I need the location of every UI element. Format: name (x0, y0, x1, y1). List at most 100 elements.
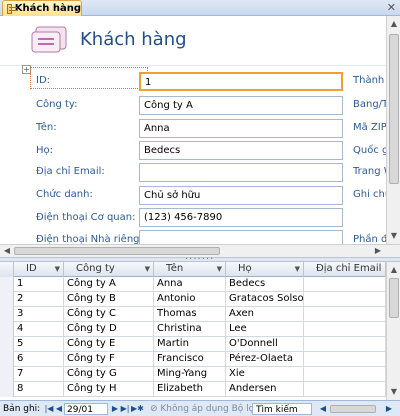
business-phone-field[interactable]: (123) 456-7890 (139, 208, 343, 227)
nav-scroll-thumb[interactable] (330, 405, 376, 413)
row-selector[interactable] (0, 292, 14, 307)
chevron-down-icon[interactable]: ▼ (217, 262, 222, 276)
cell-company[interactable]: Công ty H (64, 382, 154, 397)
datasheet-vertical-scrollbar[interactable]: ▲ ▼ (386, 262, 400, 400)
cell-first-name[interactable]: Elizabeth (154, 382, 226, 397)
cell-first-name[interactable]: Antonio (154, 292, 226, 307)
search-input[interactable]: Tìm kiếm (252, 403, 312, 415)
last-name-field[interactable]: Bedecs (139, 141, 343, 160)
cell-id[interactable]: 3 (14, 307, 64, 322)
cell-company[interactable]: Công ty F (64, 352, 154, 367)
scroll-left-icon[interactable]: ◀ (1, 245, 13, 257)
previous-record-icon[interactable]: ◀ (54, 403, 64, 415)
scroll-down-icon[interactable]: ▼ (388, 386, 400, 398)
cell-first-name[interactable]: Francisco (154, 352, 226, 367)
table-row[interactable]: 8 Công ty H Elizabeth Andersen (0, 382, 386, 397)
cell-email[interactable] (304, 382, 386, 397)
cell-id[interactable]: 2 (14, 292, 64, 307)
row-selector[interactable] (0, 367, 14, 382)
select-all-corner[interactable] (0, 262, 14, 277)
scroll-thumb[interactable] (389, 34, 399, 184)
scroll-thumb[interactable] (389, 278, 399, 318)
cell-id[interactable]: 7 (14, 367, 64, 382)
cell-first-name[interactable]: Christina (154, 322, 226, 337)
cell-last-name[interactable]: Bedecs (226, 277, 304, 292)
cell-last-name[interactable]: Lee (226, 322, 304, 337)
cell-company[interactable]: Công ty D (64, 322, 154, 337)
chevron-down-icon[interactable]: ▼ (145, 262, 150, 276)
cell-email[interactable] (304, 337, 386, 352)
cell-email[interactable] (304, 307, 386, 322)
cell-first-name[interactable]: Anna (154, 277, 226, 292)
table-row[interactable]: 2 Công ty B Antonio Gratacos Solso (0, 292, 386, 307)
company-field[interactable]: Công ty A (139, 96, 343, 115)
row-selector[interactable] (0, 322, 14, 337)
row-selector[interactable] (0, 337, 14, 352)
cell-first-name[interactable]: Ming-Yang (154, 367, 226, 382)
label-first-name: Tên: (36, 122, 57, 133)
next-record-icon[interactable]: ▶ (110, 403, 120, 415)
first-record-icon[interactable]: |◀ (44, 403, 54, 415)
table-row[interactable]: 3 Công ty C Thomas Axen (0, 307, 386, 322)
tab-khach-hang[interactable]: Khách hàng (2, 0, 82, 16)
scroll-left-icon[interactable]: ◀ (318, 403, 328, 415)
row-selector[interactable] (0, 382, 14, 397)
row-selector[interactable] (0, 352, 14, 367)
column-header-last-name[interactable]: Họ ▼ (226, 262, 304, 277)
cell-last-name[interactable]: Gratacos Solso (226, 292, 304, 307)
row-selector[interactable] (0, 277, 14, 292)
cell-company[interactable]: Công ty A (64, 277, 154, 292)
cell-email[interactable] (304, 277, 386, 292)
scroll-right-icon[interactable]: ▶ (384, 403, 394, 415)
table-row[interactable]: 7 Công ty G Ming-Yang Xie (0, 367, 386, 382)
cell-email[interactable] (304, 292, 386, 307)
cell-id[interactable]: 6 (14, 352, 64, 367)
email-field[interactable] (139, 163, 343, 182)
current-record-field[interactable]: 29/01 (64, 403, 108, 415)
chevron-down-icon[interactable]: ▼ (295, 262, 300, 276)
cell-first-name[interactable]: Thomas (154, 307, 226, 322)
cell-company[interactable]: Công ty G (64, 367, 154, 382)
cell-id[interactable]: 4 (14, 322, 64, 337)
first-name-field[interactable]: Anna (139, 119, 343, 138)
label-last-name: Họ: (36, 145, 54, 156)
cell-company[interactable]: Công ty C (64, 307, 154, 322)
scroll-up-icon[interactable]: ▲ (388, 264, 400, 276)
cell-id[interactable]: 5 (14, 337, 64, 352)
close-icon[interactable]: ✕ (387, 1, 396, 15)
cell-last-name[interactable]: Pérez-Olaeta (226, 352, 304, 367)
table-row[interactable]: 6 Công ty F Francisco Pérez-Olaeta (0, 352, 386, 367)
column-header-company[interactable]: Công ty ▼ (64, 262, 154, 277)
column-header-email[interactable]: Địa chỉ Email (304, 262, 386, 277)
scroll-up-icon[interactable]: ▲ (388, 18, 400, 30)
cell-id[interactable]: 8 (14, 382, 64, 397)
form-vertical-scrollbar[interactable]: ▲ ▼ (386, 16, 400, 244)
cell-email[interactable] (304, 322, 386, 337)
cell-company[interactable]: Công ty B (64, 292, 154, 307)
cell-id[interactable]: 1 (14, 277, 64, 292)
row-selector[interactable] (0, 307, 14, 322)
filter-indicator[interactable]: ⊘ Không áp dụng Bộ lọc (150, 403, 259, 415)
cell-last-name[interactable]: Xie (226, 367, 304, 382)
chevron-down-icon[interactable]: ▼ (55, 262, 60, 276)
cell-last-name[interactable]: O'Donnell (226, 337, 304, 352)
cell-first-name[interactable]: Martin (154, 337, 226, 352)
scroll-right-icon[interactable]: ▶ (372, 245, 384, 257)
new-record-icon[interactable]: ▶✱ (131, 403, 144, 415)
cell-email[interactable] (304, 352, 386, 367)
id-field[interactable]: 1 (139, 72, 343, 91)
table-row[interactable]: 5 Công ty E Martin O'Donnell (0, 337, 386, 352)
cell-last-name[interactable]: Axen (226, 307, 304, 322)
column-header-id[interactable]: ID ▼ (14, 262, 64, 277)
job-title-field[interactable]: Chủ sở hữu (139, 186, 343, 205)
cell-email[interactable] (304, 367, 386, 382)
last-record-icon[interactable]: ▶| (120, 403, 130, 415)
home-phone-field[interactable] (139, 230, 343, 244)
table-row[interactable]: 1 Công ty A Anna Bedecs (0, 277, 386, 292)
cell-last-name[interactable]: Andersen (226, 382, 304, 397)
form-title: Khách hàng (80, 29, 187, 50)
cell-company[interactable]: Công ty E (64, 337, 154, 352)
table-row[interactable]: 4 Công ty D Christina Lee (0, 322, 386, 337)
column-header-first-name[interactable]: Tên ▼ (154, 262, 226, 277)
scroll-down-icon[interactable]: ▼ (388, 230, 400, 242)
